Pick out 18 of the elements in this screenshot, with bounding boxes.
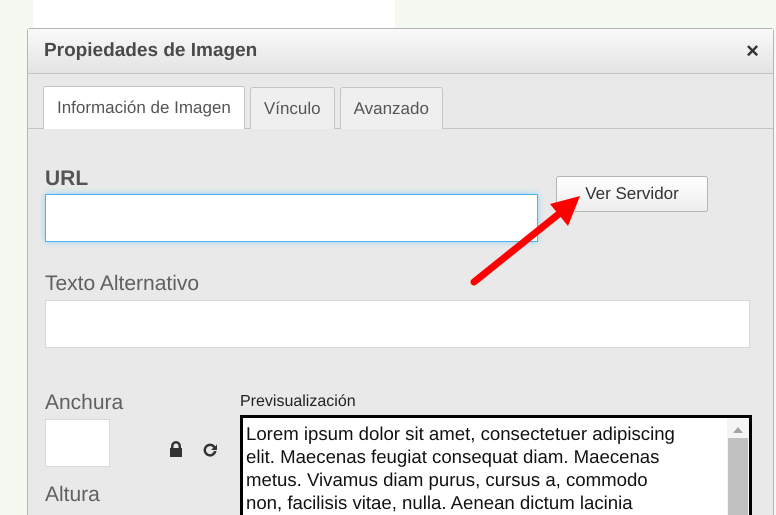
field-label: Altura bbox=[45, 483, 101, 507]
browse-server-button[interactable]: Ver Servidor bbox=[556, 176, 708, 212]
field-label: URL bbox=[45, 167, 88, 190]
scrollbar[interactable] bbox=[727, 418, 749, 515]
width-field[interactable] bbox=[45, 419, 110, 467]
field-label: Anchura bbox=[45, 391, 124, 415]
field-label: Texto Alternativo bbox=[45, 272, 200, 296]
scroll-up-icon[interactable] bbox=[733, 426, 743, 434]
tab[interactable]: Información de Imagen bbox=[43, 86, 245, 129]
tab[interactable]: Vínculo bbox=[250, 87, 335, 129]
alt-text-field[interactable] bbox=[45, 300, 750, 348]
lock-icon[interactable] bbox=[167, 440, 185, 458]
tab[interactable]: Avanzado bbox=[340, 87, 443, 129]
close-button[interactable]: × bbox=[746, 38, 759, 64]
preview-label: Previsualización bbox=[240, 393, 357, 411]
url-field[interactable] bbox=[45, 194, 538, 242]
dialog-title: Propiedades de Imagen bbox=[44, 40, 258, 62]
preview-text: Lorem ipsum dolor sit amet, consectetuer adipiscing elit. Maecenas feugiat consequat diam. Maecenas metus. Vivamus diam purus, cursus a, commodo non, facilisis vitae, nulla. Aenean dictum lacinia bbox=[245, 422, 676, 515]
